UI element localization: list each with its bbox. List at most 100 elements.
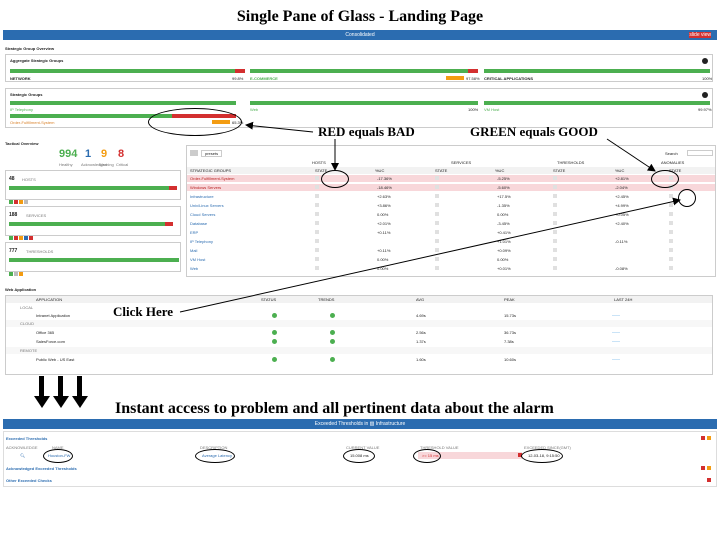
table-row[interactable]: Order-Fulfillment-System -17.36% -5.25% +2.… [187,175,715,182]
group-name[interactable]: Web [190,265,198,272]
hosts-label: HOSTS [22,177,36,182]
group-label: CLOUD [20,321,35,326]
group-bar[interactable] [10,101,236,105]
info-icon[interactable] [702,58,708,64]
services-pct: +0.41% [497,230,511,235]
group-name[interactable]: Database [190,220,207,227]
network-bar[interactable] [10,69,235,73]
table-row[interactable]: Web 0.00% +0.01% -0.08% [187,265,715,272]
group-name[interactable]: ERP [190,229,198,236]
col-header: STATUS [261,297,277,302]
warning-badge [707,466,711,470]
aggregate-label: CRITICAL APPLICATIONS [484,76,534,81]
group-name[interactable]: Cloud Servers [190,211,215,218]
callout-green: GREEN equals GOOD [470,124,598,139]
filter-toggle[interactable] [190,150,198,156]
app-name[interactable]: Office 365 [36,329,54,336]
count-acknowledged[interactable]: 1 [85,148,91,160]
hosts-block[interactable]: 48 HOSTS [5,170,181,204]
group-label[interactable]: Web [250,107,258,112]
group-bar[interactable] [250,101,478,105]
table-header: STRATEGIC GROUPS STATE %UC STATE %UC STA… [187,167,715,174]
table-row[interactable]: ERP +0.11% +0.41% [187,229,715,236]
highlight-ellipse [413,449,441,463]
navbar-title: Consolidated [345,32,375,38]
group-label-row: REMOTE [6,347,712,354]
table-row[interactable]: IP Telephony +1.01% -0.11% [187,238,715,245]
services-block[interactable]: 188 SERVICES [5,206,181,240]
group-label[interactable]: Order-Fulfillment-System [10,120,54,125]
aggregate-label: NETWORK [10,76,31,81]
order-fulfillment-bar-good[interactable] [10,114,172,118]
services-pct: -5.60% [497,185,510,190]
peak-value: 7.38s [504,339,514,344]
thresholds-pct: -0.08% [615,266,628,271]
status-ok-icon [272,339,277,344]
table-row[interactable]: Infrastructure +2.63% +17.5% +2.45% [187,193,715,200]
critical-badge [701,466,705,470]
slide-view-link[interactable]: slide view [689,32,711,38]
table-row[interactable]: Office 365 2.56s 36.73s 〰〰 [6,329,712,336]
table-row[interactable]: Unix/Linux Servers +3.86% -1.35% +4.99% [187,202,715,209]
group-label[interactable]: VM Host [484,107,499,112]
services-pct: -1.35% [497,203,510,208]
group-label[interactable]: IP Telephony [10,107,33,112]
avg-value: 4.69s [416,313,426,318]
count-critical[interactable]: 8 [118,148,124,160]
group-name[interactable]: Mail [190,247,197,254]
services-pct: 0.00% [497,257,509,262]
table-row[interactable]: SalesForce.com 1.37s 7.38s 〰〰 [6,338,712,345]
group-name[interactable]: VM Host [190,256,205,263]
group-pct: 99.97% [698,107,712,112]
highlight-ellipse [148,108,242,136]
group-name[interactable]: Windows Servers [190,184,221,191]
top-navbar: Consolidated slide view [3,30,717,40]
group-label-row: CLOUD [6,320,712,327]
group-name[interactable]: Unix/Linux Servers [190,202,224,209]
peak-value: 15.73s [504,313,517,318]
search-icon[interactable]: 🔍︎ [20,452,25,459]
sparkline: 〰〰 [612,313,620,318]
exceeded-title[interactable]: Exceeded Thresholds [6,436,47,441]
count-healthy[interactable]: 994 [59,148,77,160]
table-row[interactable]: Mail +0.11% +0.09% [187,247,715,254]
section-hosts: HOSTS [312,160,326,165]
tactical-overview-panel: Tactical Overview 994 1 9 8 Healthy Ackn… [3,138,183,278]
app-name[interactable]: Public Web - US East [36,356,74,363]
group-label: REMOTE [20,348,38,353]
group-name[interactable]: Order-Fulfillment-System [190,175,234,182]
hosts-pct: 0.00% [377,257,389,262]
group-name[interactable]: IP Telephony [190,238,213,245]
table-row[interactable]: Public Web - US East 1.60s 10.60s 〰〰 [6,356,712,363]
ecommerce-bar[interactable] [250,69,478,73]
critical-apps-bar[interactable] [484,69,710,73]
table-row[interactable]: Database +2.01% -3.45% +2.40% [187,220,715,227]
app-name[interactable]: Intranet Application [36,312,70,319]
table-row[interactable]: Cloud Servers 0.00% 0.00% +0.05% [187,211,715,218]
table-row[interactable]: VM Host 0.00% 0.00% [187,256,715,263]
info-icon[interactable] [702,92,708,98]
count-warning[interactable]: 9 [101,148,107,160]
services-pct: +0.01% [497,266,511,271]
hosts-bar [9,186,169,190]
search-input[interactable] [687,150,713,156]
sparkline: 〰〰 [612,339,620,344]
group-name[interactable]: Infrastructure [190,193,214,200]
thresholds-pct: +2.81% [615,176,629,181]
filter-select[interactable]: presets [201,150,223,157]
other-checks-title[interactable]: Other Exceeded Checks [6,478,52,483]
app-name[interactable]: SalesForce.com [36,338,65,345]
trend-ok-icon [330,330,335,335]
hosts-pct: +3.86% [377,203,391,208]
acknowledged-title[interactable]: Acknowledged Exceeded Thresholds [6,466,77,471]
thresholds-block[interactable]: 777 THRESHOLDS [5,242,181,276]
col-header: PEAK [504,297,515,302]
trend-ok-icon [330,357,335,362]
table-row[interactable]: Windows Servers -18.46% -5.60% -2.04% [187,184,715,191]
table-row[interactable]: Intranet Application 4.69s 15.73s 〰〰 [6,312,712,319]
ecommerce-bar-bad [468,69,478,73]
group-bar[interactable] [484,101,710,105]
hosts-pct: 0.00% [377,266,389,271]
web-app-header-row: APPLICATION STATUS TRENDS AVG PEAK LAST … [6,296,712,303]
web-application-panel: Web Application APPLICATION STATUS TREND… [3,284,717,376]
